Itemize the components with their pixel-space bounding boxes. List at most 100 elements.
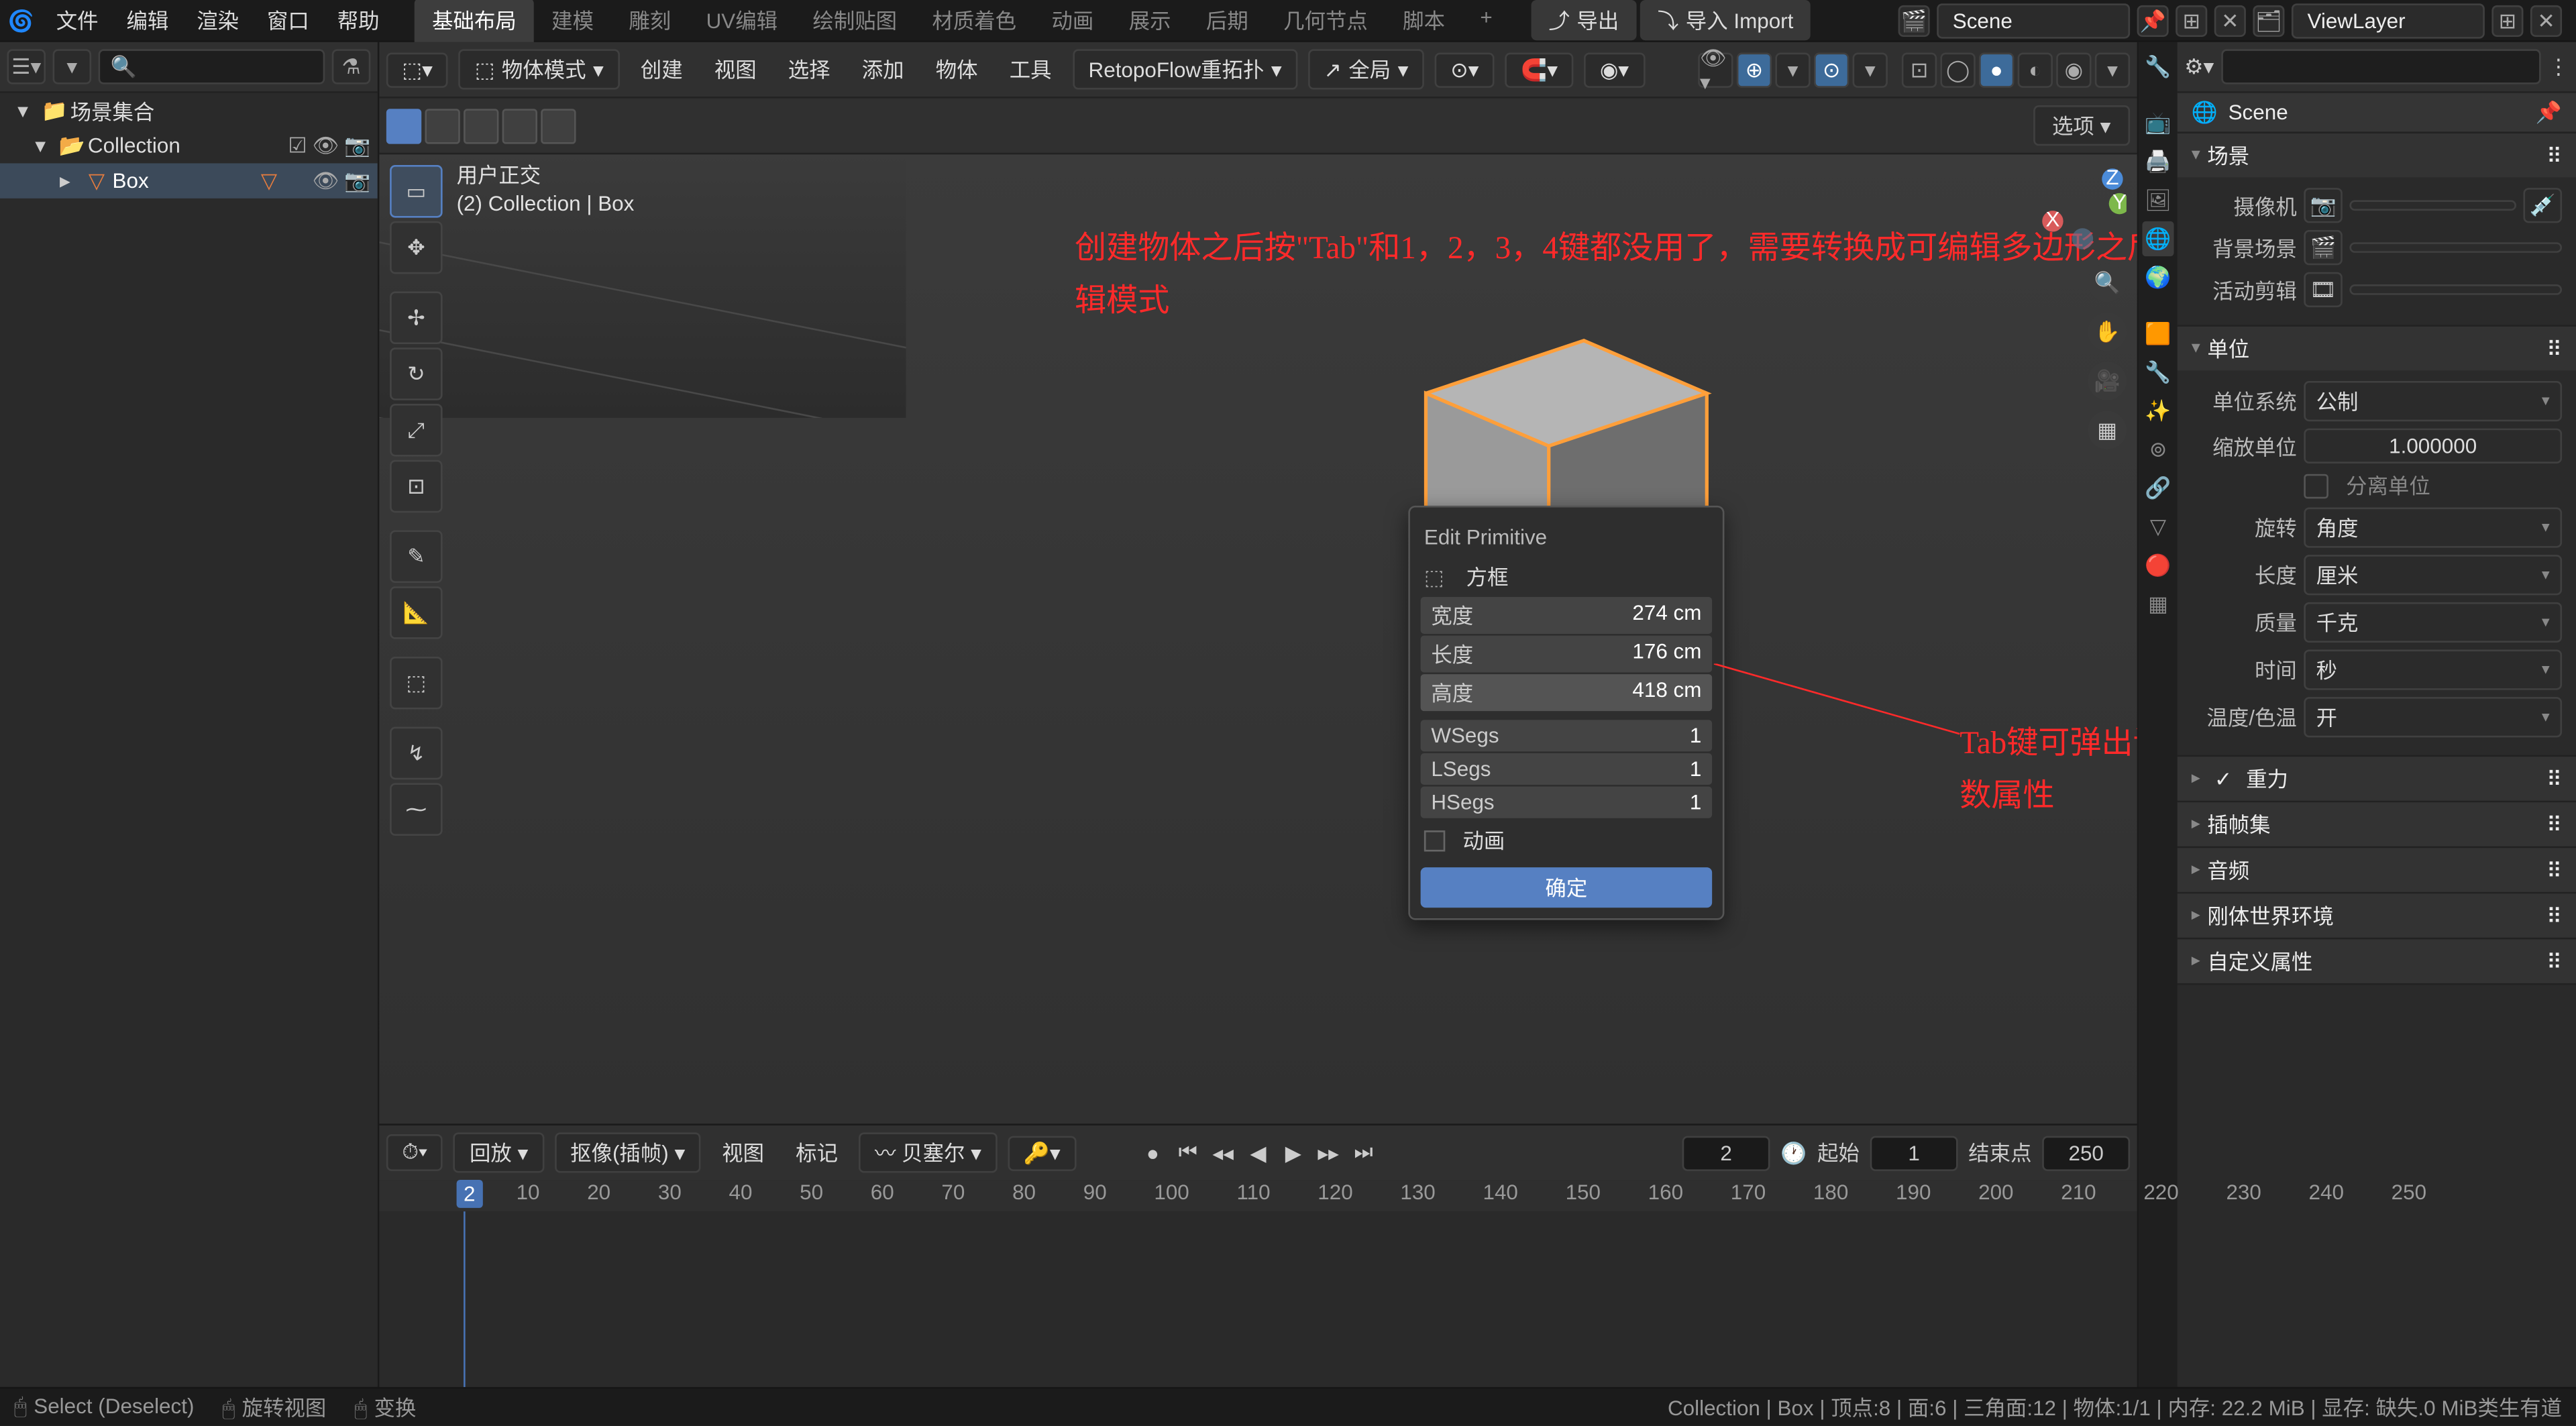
playback-dropdown[interactable]: 回放 ▾	[453, 1132, 543, 1172]
proportional-dropdown[interactable]: ◉▾	[1584, 52, 1644, 87]
snap-dropdown[interactable]: 🧲▾	[1505, 52, 1574, 87]
menu-edit[interactable]: 编辑	[113, 0, 183, 42]
separate-units-checkbox[interactable]	[2304, 473, 2328, 498]
camera-icon[interactable]: 📷	[2304, 188, 2343, 223]
wsegs-field[interactable]: WSegs1	[1421, 720, 1713, 751]
viewport-menu-select[interactable]: 选择	[777, 51, 841, 88]
mass-dropdown[interactable]: 千克	[2304, 602, 2562, 643]
workspace-tab[interactable]: 雕刻	[611, 0, 688, 42]
record-button[interactable]: ●	[1137, 1137, 1169, 1168]
visibility-toggle[interactable]: 👁▾	[1698, 52, 1733, 87]
move-tool[interactable]: ✢	[390, 292, 443, 345]
mesh-data-icon[interactable]: ▽	[261, 168, 277, 193]
temp-dropdown[interactable]: 开	[2304, 697, 2562, 737]
navigation-gizmo[interactable]: Z Y X	[2039, 165, 2127, 253]
retopoflow-dropdown[interactable]: RetopoFlow重拓扑 ▾	[1073, 49, 1297, 89]
editor-type-dropdown[interactable]: ⬚▾	[386, 52, 449, 87]
outliner-row-object[interactable]: ▸ ▽ Box ▽ 👁 📷	[0, 163, 378, 198]
keying-dropdown[interactable]: 抠像(插帧) ▾	[555, 1132, 701, 1172]
shading-wireframe[interactable]: ◯	[1940, 52, 1975, 87]
export-button[interactable]: ⤴ 导出	[1531, 0, 1636, 40]
new-viewlayer-icon[interactable]: ⊞	[2491, 5, 2523, 36]
gizmo-dropdown[interactable]: ▾	[1775, 52, 1810, 87]
pivot-dropdown[interactable]: ⊙▾	[1435, 52, 1495, 87]
editor-type-dropdown[interactable]: ⏱▾	[386, 1134, 443, 1171]
jump-end-button[interactable]: ⏭	[1348, 1137, 1379, 1168]
workspace-tab[interactable]: 脚本	[1385, 0, 1462, 42]
rigidbody-section-header[interactable]: ▸刚体世界环境⠿	[2178, 893, 2576, 937]
new-scene-icon[interactable]: ⊞	[2176, 5, 2207, 36]
clip-icon[interactable]: 🎞	[2304, 272, 2343, 307]
display-mode-icon[interactable]: ▾	[53, 49, 92, 84]
gravity-checkbox[interactable]: ✓	[2214, 767, 2232, 791]
checkbox-icon[interactable]	[1424, 830, 1445, 851]
menu-file[interactable]: 文件	[42, 0, 113, 42]
length-field[interactable]: 长度176 cm	[1421, 636, 1713, 673]
menu-window[interactable]: 窗口	[253, 0, 323, 42]
length-dropdown[interactable]: 厘米	[2304, 555, 2562, 595]
eyedropper-icon[interactable]: 💉	[2523, 188, 2562, 223]
annotate-tool[interactable]: ✎	[390, 531, 443, 584]
camera-icon[interactable]: 📷	[344, 133, 370, 158]
shading-dropdown[interactable]: ▾	[2095, 52, 2130, 87]
jump-start-button[interactable]: ⏮	[1172, 1137, 1203, 1168]
workspace-tab[interactable]: 后期	[1189, 0, 1266, 42]
texture-tab-icon[interactable]: ▦	[2142, 586, 2174, 621]
workspace-tab[interactable]: 几何节点	[1266, 0, 1385, 42]
bg-scene-field[interactable]	[2349, 242, 2562, 253]
gizmo-toggle[interactable]: ⊕	[1737, 52, 1772, 87]
select-mode-new[interactable]	[386, 108, 421, 143]
menu-render[interactable]: 渲染	[182, 0, 253, 42]
workspace-tab[interactable]: 动画	[1034, 0, 1111, 42]
shading-solid[interactable]: ●	[1979, 52, 2014, 87]
modifier-tab-icon[interactable]: 🔧	[2142, 355, 2174, 390]
mode-dropdown[interactable]: ⬚ 物体模式 ▾	[459, 49, 619, 89]
overlay-toggle[interactable]: ⊙	[1814, 52, 1849, 87]
current-frame-field[interactable]: 2	[1682, 1135, 1770, 1170]
options-icon[interactable]: ⋮	[2548, 54, 2569, 79]
viewport-menu-object[interactable]: 物体	[925, 51, 988, 88]
workspace-tab[interactable]: 基础布局	[415, 0, 534, 42]
particle-tab-icon[interactable]: ✨	[2142, 393, 2174, 428]
custom-props-section-header[interactable]: ▸自定义属性⠿	[2178, 939, 2576, 983]
orientation-dropdown[interactable]: ↗ 全局 ▾	[1308, 49, 1424, 89]
xray-toggle[interactable]: ⊡	[1902, 52, 1937, 87]
play-button[interactable]: ▶	[1277, 1137, 1309, 1168]
scene-browse-icon[interactable]: 🎬	[1898, 5, 1930, 36]
current-frame-marker[interactable]: 2	[457, 1180, 482, 1208]
viewport-menu-tools[interactable]: 工具	[999, 51, 1062, 88]
editor-type-icon[interactable]: ⚙▾	[2184, 54, 2214, 79]
end-frame-field[interactable]: 250	[2042, 1135, 2130, 1170]
timeline-ruler[interactable]: 2 10203040506070809010011012013014015016…	[379, 1180, 2137, 1211]
hsegs-field[interactable]: HSegs1	[1421, 787, 1713, 818]
autokey-toggle[interactable]: 🔑▾	[1008, 1135, 1076, 1170]
scene-name-field[interactable]: Scene	[1937, 3, 2130, 38]
outliner-search-input[interactable]: 🔍	[99, 49, 325, 84]
zoom-icon[interactable]: 🔍	[2088, 264, 2127, 303]
scale-tool[interactable]: ⤢	[390, 404, 443, 457]
time-dropdown[interactable]: 秒	[2304, 650, 2562, 690]
workspace-tab[interactable]: UV编辑	[688, 0, 795, 42]
material-tab-icon[interactable]: 🔴	[2142, 548, 2174, 583]
curve-tool-1[interactable]: ↯	[390, 727, 443, 780]
viewport-menu-view[interactable]: 视图	[704, 51, 767, 88]
select-mode-invert[interactable]	[502, 108, 537, 143]
eye-icon[interactable]: 👁	[312, 133, 339, 158]
constraint-tab-icon[interactable]: 🔗	[2142, 471, 2174, 506]
camera-field[interactable]	[2349, 200, 2516, 211]
outliner-row-scene-collection[interactable]: ▾ 📁 场景集合	[0, 93, 378, 128]
timeline-menu-view[interactable]: 视图	[711, 1134, 774, 1171]
rotate-tool[interactable]: ↻	[390, 347, 443, 400]
workspace-add-tab[interactable]: +	[1462, 0, 1510, 42]
menu-help[interactable]: 帮助	[323, 0, 394, 42]
workspace-tab[interactable]: 建模	[534, 0, 611, 42]
units-section-header[interactable]: ▾单位⠿	[2178, 327, 2576, 370]
physics-tab-icon[interactable]: ⊚	[2142, 432, 2174, 467]
timeline-menu-marker[interactable]: 标记	[785, 1134, 848, 1171]
editor-type-icon[interactable]: ☰▾	[7, 49, 46, 84]
perspective-toggle-icon[interactable]: ▦	[2088, 411, 2127, 450]
viewport-menu-add[interactable]: 添加	[851, 51, 914, 88]
camera-view-icon[interactable]: 🎥	[2088, 362, 2127, 400]
viewlayer-tab-icon[interactable]: 🖼	[2142, 182, 2174, 217]
filter-icon[interactable]: ⚗	[332, 49, 371, 84]
